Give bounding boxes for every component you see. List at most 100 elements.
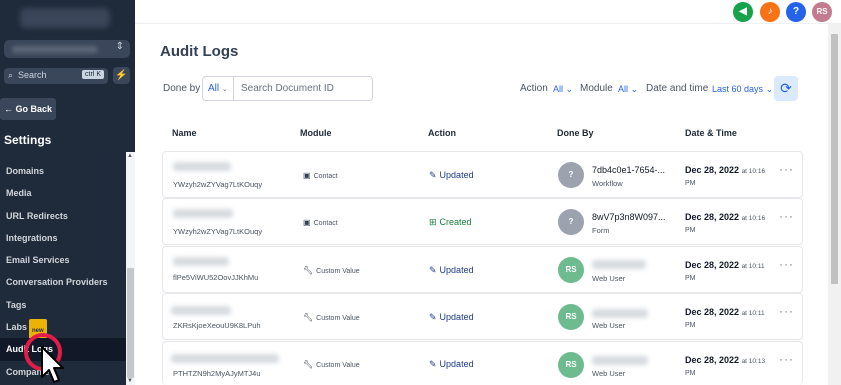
done-by-value: All bbox=[208, 83, 220, 94]
user-avatar[interactable]: RS bbox=[812, 2, 832, 22]
module-name: Custom Value bbox=[316, 362, 360, 369]
sidebar-item-domains[interactable]: Domains bbox=[0, 160, 126, 182]
sidebar-search-input[interactable]: ⌕ Search ctrl K bbox=[4, 68, 108, 84]
am-pm: PM bbox=[685, 275, 696, 282]
done-by-label: Done by bbox=[163, 83, 201, 94]
help-button[interactable]: ? bbox=[786, 2, 806, 22]
document-id-search-input[interactable]: Search Document ID bbox=[241, 83, 334, 94]
sidebar-item-url-redirects[interactable]: URL Redirects bbox=[0, 205, 126, 227]
sidebar-item-media[interactable]: Media bbox=[0, 182, 126, 204]
chevron-down-icon: ⌄ bbox=[765, 84, 774, 94]
document-id: PTHTZN9h2MyAJyMTJ4u bbox=[173, 369, 261, 378]
more-options-icon[interactable]: ··· bbox=[779, 257, 794, 271]
column-header-date-time: Date & Time bbox=[685, 128, 737, 138]
document-id: YWzyh2wZYVag7LtKOuqy bbox=[173, 180, 263, 189]
done-by-select[interactable]: All ⌄ bbox=[203, 77, 234, 100]
done-by-name-redacted bbox=[592, 309, 648, 318]
table-row[interactable]: flPe5ViWU52OovJJKhMu 🔧︎ Custom Value ✎ Upd… bbox=[162, 246, 803, 293]
module-filter-value: All bbox=[618, 84, 629, 94]
avatar: ? bbox=[558, 162, 584, 188]
scroll-up-icon[interactable]: ▲ bbox=[127, 153, 133, 159]
action-filter-dropdown[interactable]: All ⌄ bbox=[553, 84, 573, 95]
sidebar-item-email-services[interactable]: Email Services bbox=[0, 249, 126, 271]
scroll-down-icon[interactable]: ▼ bbox=[127, 378, 133, 384]
action-filter-label: Action bbox=[520, 83, 548, 94]
column-header-done-by: Done By bbox=[557, 128, 594, 138]
refresh-button[interactable]: ⟳ bbox=[774, 76, 798, 101]
column-header-action: Action bbox=[428, 128, 456, 138]
table-row[interactable]: ZKRsKjoeXeouU9K8LPuh 🔧︎ Custom Value ✎ Upd… bbox=[162, 293, 803, 340]
sidebar-item-tags[interactable]: Tags bbox=[0, 294, 126, 316]
bell-icon: ♪ bbox=[767, 6, 773, 17]
name-redacted bbox=[171, 306, 231, 315]
done-by-type: Web User bbox=[592, 274, 626, 283]
main-scroll-thumb[interactable] bbox=[831, 34, 838, 284]
chevron-down-icon: ⌄ bbox=[630, 84, 639, 94]
edit-icon: ✎ bbox=[429, 265, 437, 275]
name-redacted bbox=[173, 209, 233, 218]
name-redacted bbox=[173, 162, 231, 171]
done-by-type: Web User bbox=[592, 369, 626, 378]
nav-label: Email Services bbox=[6, 255, 70, 266]
module-name: Contact bbox=[313, 220, 338, 227]
account-switcher[interactable]: ⇕ bbox=[4, 40, 130, 58]
am-pm: PM bbox=[685, 370, 696, 377]
search-icon: ⌕ bbox=[8, 70, 14, 80]
avatar: RS bbox=[558, 352, 584, 378]
sidebar-item-conversation-providers[interactable]: Conversation Providers bbox=[0, 271, 126, 293]
done-by-name[interactable]: 8wV7p3n8W097... bbox=[592, 212, 666, 222]
am-pm: PM bbox=[685, 180, 696, 187]
megaphone-icon: ◀ bbox=[739, 6, 747, 17]
more-options-icon[interactable]: ··· bbox=[779, 162, 794, 176]
announcements-button[interactable]: ◀ bbox=[733, 2, 753, 22]
date-filter-dropdown[interactable]: Last 60 days ⌄ bbox=[712, 84, 773, 95]
avatar: ? bbox=[558, 209, 584, 235]
notifications-button[interactable]: ♪ bbox=[760, 2, 780, 22]
at-text: at bbox=[741, 168, 747, 175]
page-title: Audit Logs bbox=[160, 43, 239, 60]
at-text: at bbox=[741, 358, 747, 365]
contact-card-icon: ▣ bbox=[303, 218, 311, 227]
action-status: Updated bbox=[439, 265, 474, 275]
document-id: flPe5ViWU52OovJJKhMu bbox=[173, 273, 259, 282]
done-by-name-redacted bbox=[592, 260, 646, 269]
wrench-icon: 🔧︎ bbox=[303, 360, 314, 369]
edit-icon: ✎ bbox=[429, 170, 437, 180]
company-logo[interactable] bbox=[20, 8, 110, 28]
sidebar-scrollbar[interactable]: ▲ ▼ bbox=[126, 152, 135, 385]
more-options-icon[interactable]: ··· bbox=[779, 352, 794, 366]
settings-heading: Settings bbox=[4, 133, 52, 147]
sidebar-item-integrations[interactable]: Integrations bbox=[0, 227, 126, 249]
done-by-name[interactable]: 7db4c0e1-7654-... bbox=[592, 165, 665, 175]
sidebar: ⇕ ⌕ Search ctrl K ⚡ ← Go Back Settings D… bbox=[0, 0, 135, 385]
chevron-down-icon: ⌄ bbox=[565, 84, 574, 94]
avatar: RS bbox=[558, 304, 584, 330]
table-row[interactable]: PTHTZN9h2MyAJyMTJ4u 🔧︎ Custom Value ✎ Upda… bbox=[162, 341, 803, 385]
wrench-icon: 🔧︎ bbox=[303, 313, 314, 322]
refresh-icon: ⟳ bbox=[780, 80, 792, 96]
table-row[interactable]: YWzyh2wZYVag7LtKOuqy ▣ Contact ⊞ Created ?… bbox=[162, 198, 803, 245]
action-status: Updated bbox=[439, 170, 474, 180]
document-id: YWzyh2wZYVag7LtKOuqy bbox=[173, 227, 263, 236]
quick-actions-button[interactable]: ⚡ bbox=[113, 67, 130, 84]
help-icon: ? bbox=[792, 6, 800, 17]
module-name: Custom Value bbox=[316, 315, 360, 322]
search-placeholder: Search bbox=[18, 70, 47, 80]
contact-card-icon: ▣ bbox=[303, 171, 311, 180]
date: Dec 28, 2022 bbox=[685, 307, 740, 317]
go-back-button[interactable]: ← Go Back bbox=[0, 98, 56, 120]
more-options-icon[interactable]: ··· bbox=[779, 209, 794, 223]
arrow-left-icon: ← bbox=[4, 104, 13, 114]
done-by-type: Workflow bbox=[592, 179, 623, 188]
sidebar-scroll-thumb[interactable] bbox=[127, 268, 134, 378]
module-filter-dropdown[interactable]: All ⌄ bbox=[618, 84, 638, 95]
sidebar-item-labs[interactable]: Labs new bbox=[0, 316, 126, 344]
table-row[interactable]: YWzyh2wZYVag7LtKOuqy ▣ Contact ✎ Updated ?… bbox=[162, 151, 803, 198]
column-header-module: Module bbox=[300, 128, 332, 138]
main-scrollbar[interactable] bbox=[828, 24, 841, 385]
name-redacted bbox=[173, 257, 229, 266]
time: 10:13 bbox=[748, 358, 766, 365]
nav-label: Domains bbox=[6, 166, 45, 176]
more-options-icon[interactable]: ··· bbox=[779, 304, 794, 318]
wrench-icon: 🔧︎ bbox=[303, 266, 314, 275]
